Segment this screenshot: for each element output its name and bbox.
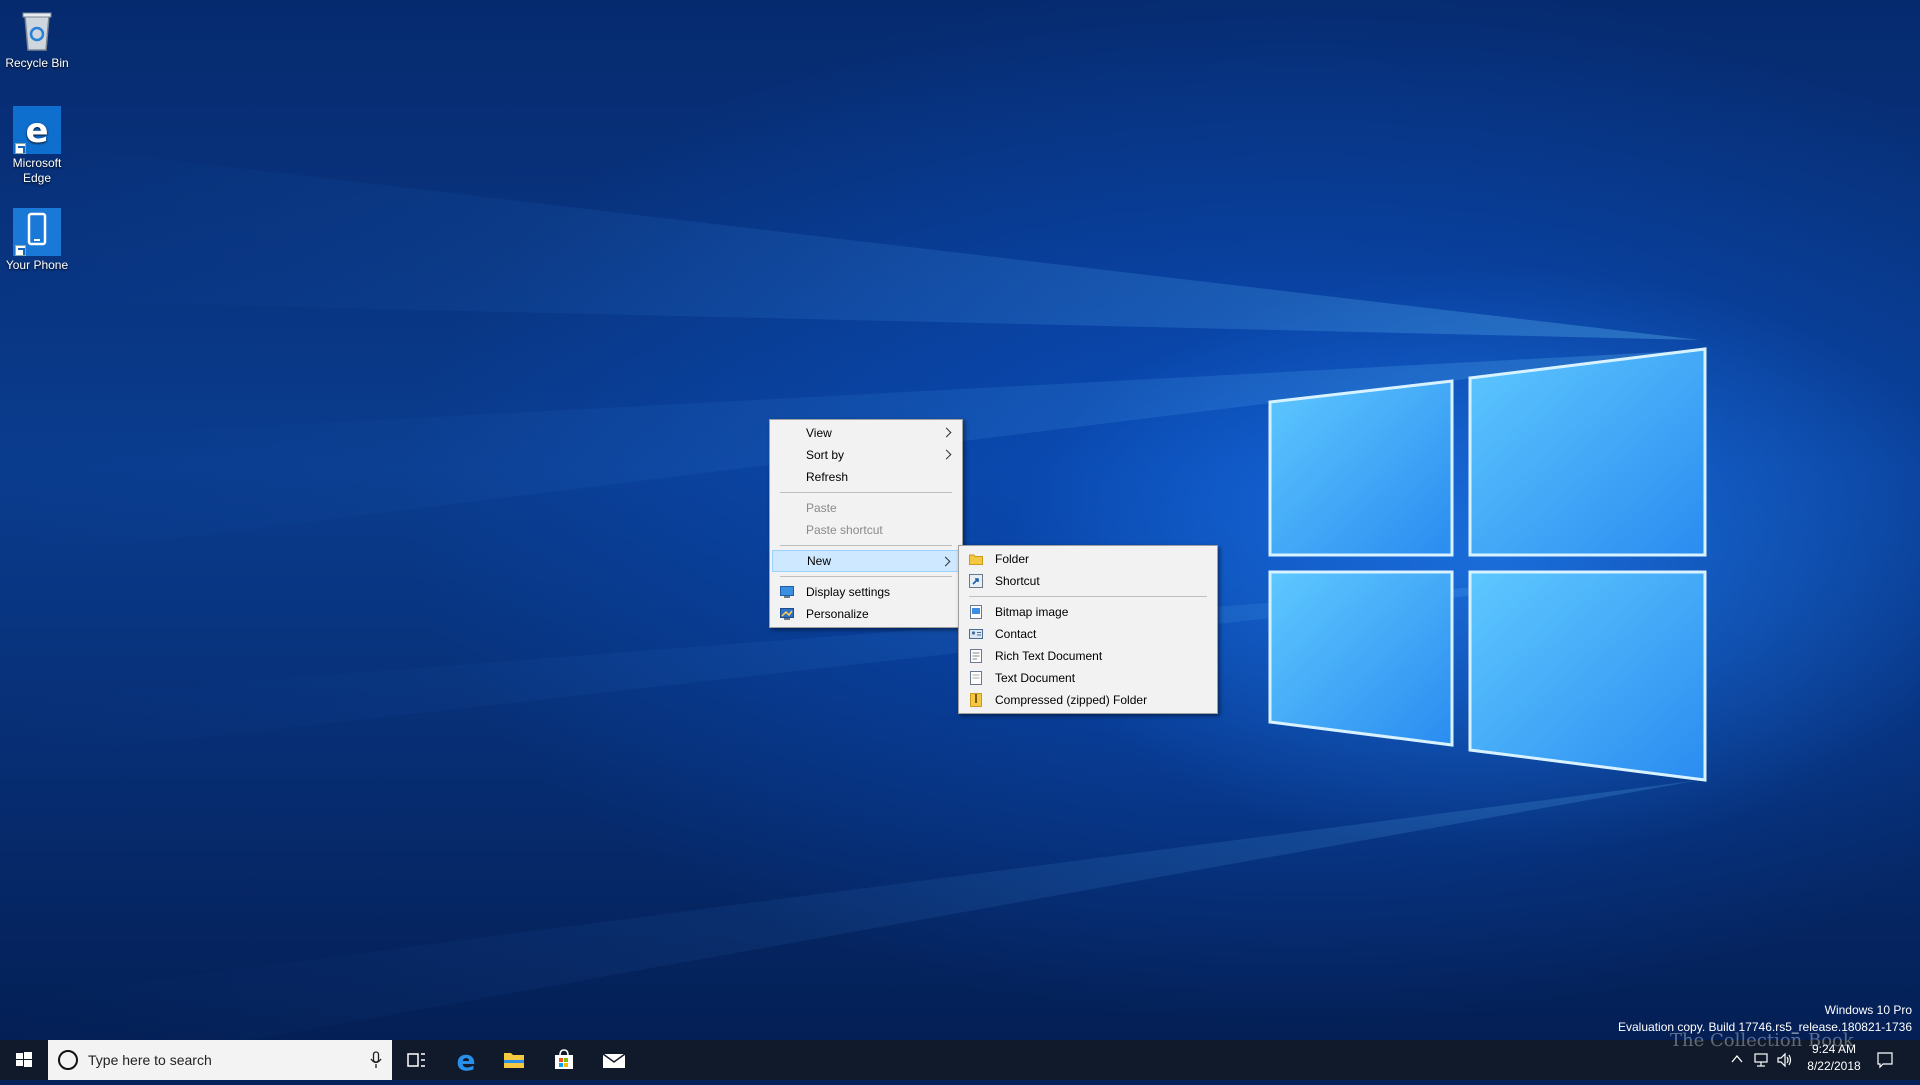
submenu-item-bitmap-image[interactable]: Bitmap image: [961, 601, 1215, 623]
menu-item-personalize[interactable]: Personalize: [772, 603, 960, 625]
menu-item-label: Paste shortcut: [806, 523, 883, 537]
file-explorer-icon: [504, 1053, 524, 1068]
action-center-icon[interactable]: [1876, 1051, 1894, 1069]
menu-item-label: View: [806, 426, 832, 440]
desktop[interactable]: Recycle Bin e Microsoft Edge Your Phone …: [0, 0, 1920, 1040]
chevron-right-icon: [941, 449, 952, 460]
menu-item-paste-shortcut[interactable]: Paste shortcut: [772, 519, 960, 541]
chevron-up-icon[interactable]: [1730, 1052, 1744, 1066]
taskbar-search-box[interactable]: Type here to search: [48, 1040, 392, 1080]
menu-item-label: Personalize: [806, 607, 869, 621]
desktop-icon-your-phone[interactable]: Your Phone: [0, 208, 74, 273]
start-button[interactable]: [0, 1040, 48, 1080]
search-placeholder: Type here to search: [88, 1052, 212, 1068]
menu-item-paste[interactable]: Paste: [772, 497, 960, 519]
menu-item-label: Shortcut: [995, 574, 1040, 588]
submenu-item-rich-text-document[interactable]: Rich Text Document: [961, 645, 1215, 667]
menu-separator: [969, 596, 1207, 597]
menu-item-label: Bitmap image: [995, 605, 1069, 619]
taskbar-edge-button[interactable]: e: [442, 1040, 490, 1080]
personalize-icon: [780, 608, 794, 620]
taskbar-store-button[interactable]: [540, 1040, 588, 1080]
svg-text:e: e: [457, 1044, 476, 1077]
taskbar: Type here to search e: [0, 1040, 1920, 1080]
menu-item-sort-by[interactable]: Sort by: [772, 444, 960, 466]
chevron-right-icon: [941, 427, 952, 438]
store-icon: [555, 1049, 573, 1069]
submenu-item-compressed-folder[interactable]: Compressed (zipped) Folder: [961, 689, 1215, 711]
display-settings-icon: [780, 586, 794, 598]
shortcut-arrow-icon: [15, 143, 26, 154]
menu-separator: [780, 576, 952, 577]
cortana-icon: [58, 1050, 78, 1070]
new-submenu: Folder Shortcut Bitmap image Contact Ric…: [958, 545, 1218, 714]
chevron-right-icon: [940, 556, 951, 567]
menu-item-display-settings[interactable]: Display settings: [772, 581, 960, 603]
task-view-button[interactable]: [392, 1040, 440, 1080]
menu-item-new[interactable]: New: [772, 550, 960, 572]
menu-item-label: Refresh: [806, 470, 849, 484]
taskbar-mail-button[interactable]: [590, 1040, 638, 1080]
menu-item-refresh[interactable]: Refresh: [772, 466, 960, 488]
volume-icon[interactable]: [1776, 1051, 1794, 1069]
shortcut-arrow-icon: [15, 245, 26, 256]
taskbar-file-explorer-button[interactable]: [490, 1040, 538, 1080]
microphone-icon[interactable]: [370, 1051, 382, 1069]
edge-icon: e: [13, 106, 61, 154]
desktop-context-menu: View Sort by Refresh Paste Paste shortcu…: [769, 419, 963, 628]
menu-item-label: Text Document: [995, 671, 1076, 685]
shortcut-icon: [969, 574, 983, 588]
bitmap-icon: [970, 605, 982, 619]
submenu-item-text-document[interactable]: Text Document: [961, 667, 1215, 689]
submenu-item-folder[interactable]: Folder: [961, 548, 1215, 570]
mail-icon: [602, 1053, 626, 1068]
overlay-watermark-text: The Collection Book: [1670, 1030, 1854, 1051]
clock-date: 8/22/2018: [1807, 1059, 1861, 1073]
recycle-bin-icon: [13, 6, 61, 54]
menu-item-label: Contact: [995, 627, 1037, 641]
folder-icon: [969, 554, 983, 565]
text-document-icon: [970, 671, 982, 685]
submenu-item-shortcut[interactable]: Shortcut: [961, 570, 1215, 592]
network-icon[interactable]: [1752, 1051, 1770, 1069]
menu-item-label: Folder: [995, 552, 1030, 566]
desktop-icon-label: Your Phone: [5, 258, 69, 272]
windows-logo-icon: [16, 1052, 32, 1067]
phone-icon: [13, 208, 61, 256]
zip-folder-icon: [970, 693, 982, 707]
desktop-icon-label: Recycle Bin: [5, 56, 69, 70]
desktop-icon-microsoft-edge[interactable]: e Microsoft Edge: [0, 106, 74, 186]
menu-separator: [780, 545, 952, 546]
menu-item-view[interactable]: View: [772, 422, 960, 444]
menu-item-label: Display settings: [806, 585, 891, 599]
svg-text:e: e: [25, 111, 48, 151]
contact-icon: [969, 629, 983, 639]
menu-item-label: New: [807, 554, 832, 568]
menu-item-label: Sort by: [806, 448, 845, 462]
watermark-edition: Windows 10 Pro: [1824, 1003, 1912, 1017]
edge-icon: e: [457, 1044, 476, 1077]
submenu-item-contact[interactable]: Contact: [961, 623, 1215, 645]
menu-separator: [780, 492, 952, 493]
menu-item-label: Compressed (zipped) Folder: [995, 693, 1148, 707]
menu-item-label: Rich Text Document: [995, 649, 1103, 663]
task-view-icon: [407, 1053, 425, 1067]
menu-item-label: Paste: [806, 501, 837, 515]
rich-text-icon: [970, 649, 982, 663]
desktop-icon-label: Microsoft Edge: [12, 156, 62, 185]
desktop-icon-recycle-bin[interactable]: Recycle Bin: [0, 6, 74, 71]
